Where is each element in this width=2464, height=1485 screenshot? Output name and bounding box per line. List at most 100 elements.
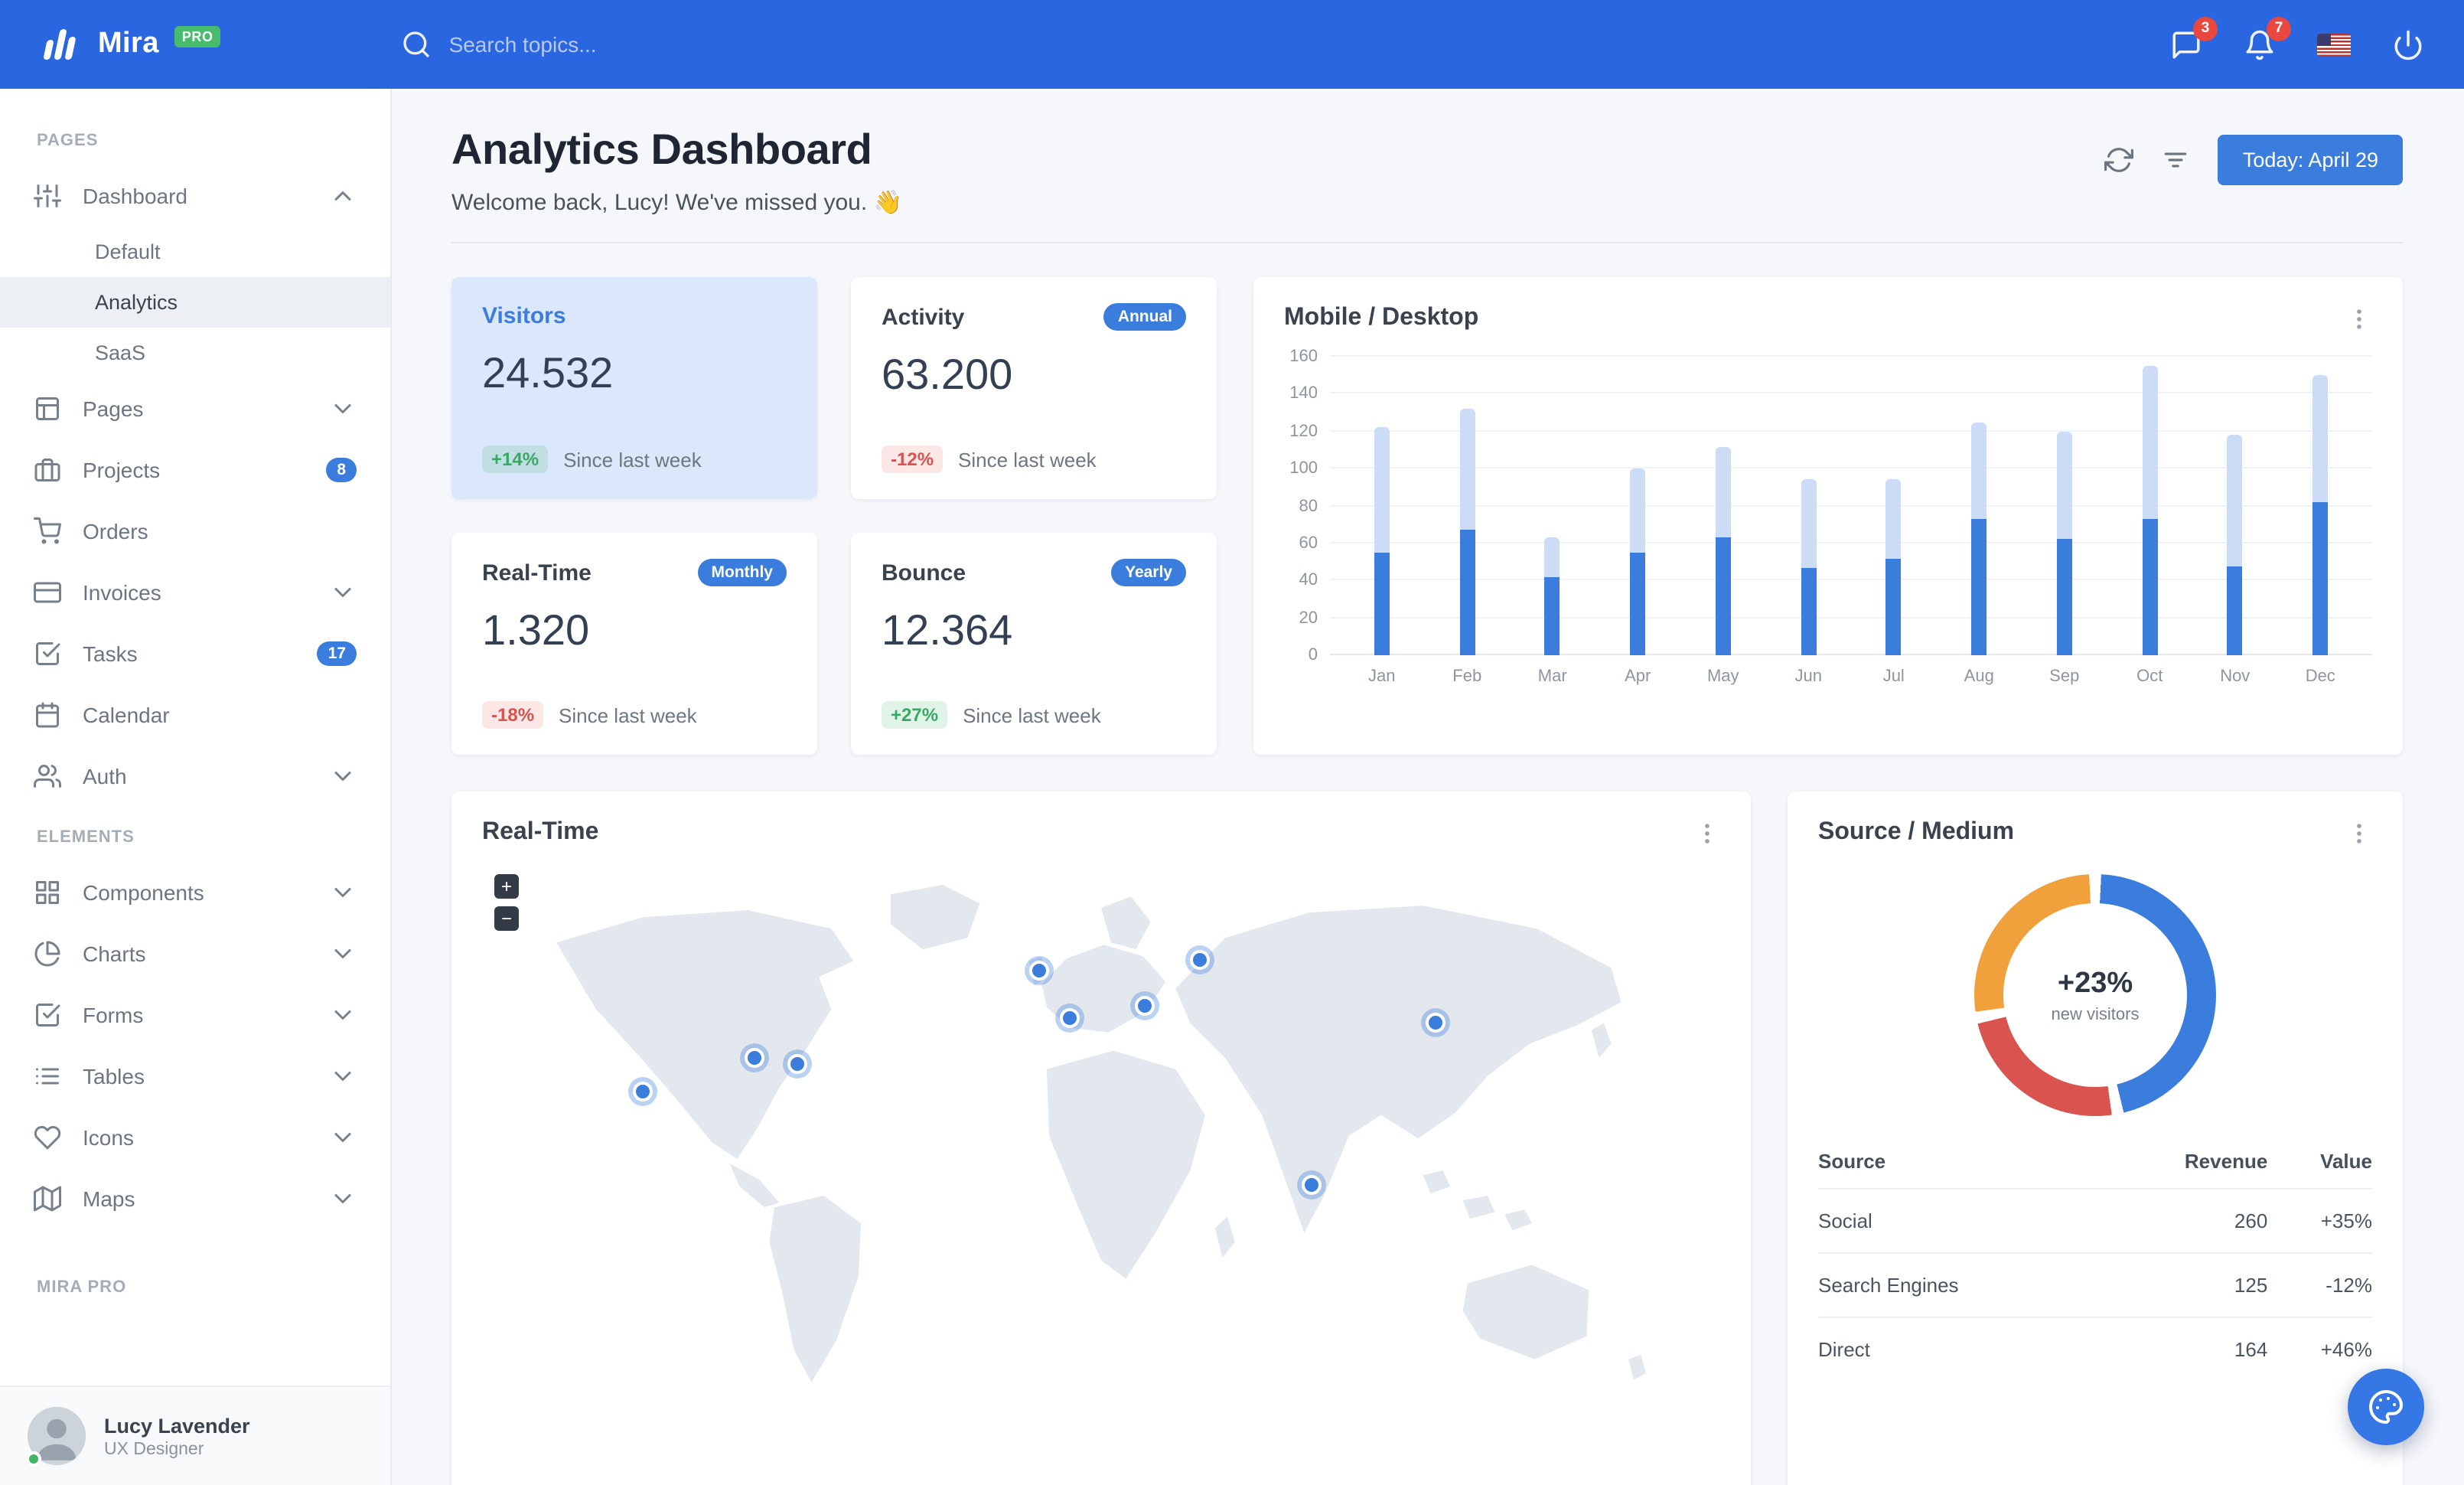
online-status-dot (26, 1451, 41, 1467)
sidebar-item-orders[interactable]: Orders (0, 501, 390, 562)
top-navbar: Mira PRO 3 7 (0, 0, 2464, 89)
brand[interactable]: Mira PRO (40, 24, 221, 64)
sidebar-item-pages[interactable]: Pages (0, 378, 390, 439)
sidebar-item-tasks[interactable]: Tasks 17 (0, 623, 390, 684)
zoom-in-button[interactable]: + (494, 874, 519, 899)
card-title: Source / Medium (1818, 819, 2015, 845)
sidebar-item-default[interactable]: Default (0, 227, 390, 277)
messages-button[interactable]: 3 (2170, 16, 2218, 60)
activity-card: Activity Annual 63.200 -12% Since last w… (851, 277, 1217, 499)
header-actions: Today: April 29 (2104, 135, 2403, 185)
sidebar-item-label: Forms (83, 1003, 144, 1027)
sidebar-item-analytics[interactable]: Analytics (0, 277, 390, 328)
map-marker[interactable] (636, 1085, 650, 1099)
sidebar-item-label: Auth (83, 764, 127, 788)
stat-note: Since last week (958, 448, 1097, 471)
card-menu-button[interactable] (2346, 820, 2372, 846)
bar-jul (1851, 479, 1937, 655)
sidebar-item-dashboard[interactable]: Dashboard (0, 165, 390, 227)
heart-icon (34, 1126, 61, 1150)
delta-badge: -12% (882, 445, 944, 473)
realtime-map-card: Real-Time + − (451, 791, 1751, 1485)
calendar-icon (36, 702, 59, 728)
sidebar-item-tables[interactable]: Tables (0, 1046, 390, 1107)
sidebar-item-icons[interactable]: Icons (0, 1107, 390, 1168)
mira-logo-icon (44, 29, 76, 60)
mobile-desktop-card: Mobile / Desktop 0 20 40 60 80 100 120 140 160 J… (1253, 277, 2403, 755)
bar-jan (1339, 427, 1425, 655)
bar-dec (2278, 375, 2364, 655)
map-marker[interactable] (1137, 999, 1152, 1013)
column-header-revenue: Revenue (2184, 1150, 2268, 1173)
list-icon (36, 1068, 59, 1085)
world-map[interactable]: + − (482, 862, 1720, 1438)
projects-badge: 8 (326, 458, 357, 482)
sidebar-item-saas[interactable]: SaaS (0, 328, 390, 378)
sidebar-item-label: Tasks (83, 641, 138, 666)
card-title: Mobile / Desktop (1284, 305, 1479, 331)
sidebar-item-projects[interactable]: Projects 8 (0, 439, 390, 501)
map-marker[interactable] (1305, 1177, 1319, 1192)
world-map-svg (556, 885, 1646, 1382)
search-input[interactable] (448, 32, 801, 57)
theme-settings-button[interactable] (2348, 1369, 2424, 1445)
zoom-out-button[interactable]: − (494, 906, 519, 931)
map-marker[interactable] (1428, 1016, 1442, 1030)
map-marker[interactable] (1032, 964, 1047, 978)
map-marker[interactable] (1193, 952, 1208, 967)
revenue-cell: 125 (2101, 1252, 2268, 1317)
sidebar-item-forms[interactable]: Forms (0, 984, 390, 1046)
date-range-button[interactable]: Today: April 29 (2218, 135, 2403, 185)
revenue-cell: 260 (2101, 1188, 2268, 1253)
messages-badge: 3 (2193, 16, 2218, 41)
logout-button[interactable] (2392, 28, 2424, 60)
source-cell: Search Engines (1818, 1252, 2101, 1317)
card-menu-button[interactable] (1694, 820, 1720, 846)
bar-yaxis: 0 20 40 60 80 100 120 140 160 (1289, 348, 1318, 664)
period-badge-annual: Annual (1103, 303, 1186, 331)
section-heading-pages: PAGES (37, 132, 99, 150)
sidebar-item-maps[interactable]: Maps (0, 1168, 390, 1229)
kebab-icon (2357, 308, 2361, 328)
language-flag-button[interactable] (2317, 33, 2351, 56)
chevron-down-icon (334, 404, 351, 413)
page-title: Analytics Dashboard (451, 126, 872, 173)
user-role: UX Designer (104, 1440, 204, 1458)
sidebar-item-auth[interactable]: Auth (0, 746, 390, 807)
sidebar-item-components[interactable]: Components (0, 862, 390, 923)
filter-button[interactable] (2162, 145, 2191, 175)
sidebar-item-label: Icons (83, 1125, 134, 1150)
sidebar-user[interactable]: Lucy Lavender UX Designer (0, 1385, 390, 1485)
refresh-button[interactable] (2104, 145, 2134, 175)
donut-center-sublabel: new visitors (2051, 1005, 2140, 1023)
map-marker[interactable] (747, 1050, 761, 1065)
notifications-badge: 7 (2267, 16, 2291, 41)
delta-badge: +14% (482, 445, 549, 473)
filter-icon (2165, 152, 2188, 168)
user-avatar (26, 1407, 86, 1467)
chevron-down-icon (334, 1072, 351, 1081)
stat-note: Since last week (559, 703, 697, 726)
column-header-source: Source (1818, 1150, 1886, 1173)
pro-badge: PRO (174, 26, 221, 47)
sidebar-item-invoices[interactable]: Invoices (0, 562, 390, 623)
map-marker[interactable] (790, 1056, 805, 1071)
sidebar-item-charts[interactable]: Charts (0, 923, 390, 984)
sidebar-item-label: Dashboard (83, 184, 187, 208)
stat-cards-grid: Visitors 24.532 +14% Since last week Act… (451, 277, 1217, 755)
map-marker[interactable] (1063, 1010, 1077, 1025)
bar-oct (2107, 366, 2193, 655)
stat-value: 12.364 (882, 606, 1013, 654)
card-menu-button[interactable] (2346, 305, 2372, 331)
welcome-text: Welcome back, Lucy! We've missed you. 👋 (451, 190, 902, 216)
delta-badge: -18% (482, 701, 544, 729)
sidebar-item-label: Components (83, 880, 204, 905)
grid-icon (36, 881, 59, 904)
value-cell: -12% (2267, 1252, 2372, 1317)
bar-sep (2022, 431, 2107, 655)
sidebar-item-calendar[interactable]: Calendar (0, 684, 390, 746)
sidebar-item-label: Maps (83, 1186, 135, 1211)
notifications-button[interactable]: 7 (2244, 16, 2291, 60)
stat-value: 63.200 (882, 351, 1013, 398)
kebab-icon (2357, 823, 2361, 843)
